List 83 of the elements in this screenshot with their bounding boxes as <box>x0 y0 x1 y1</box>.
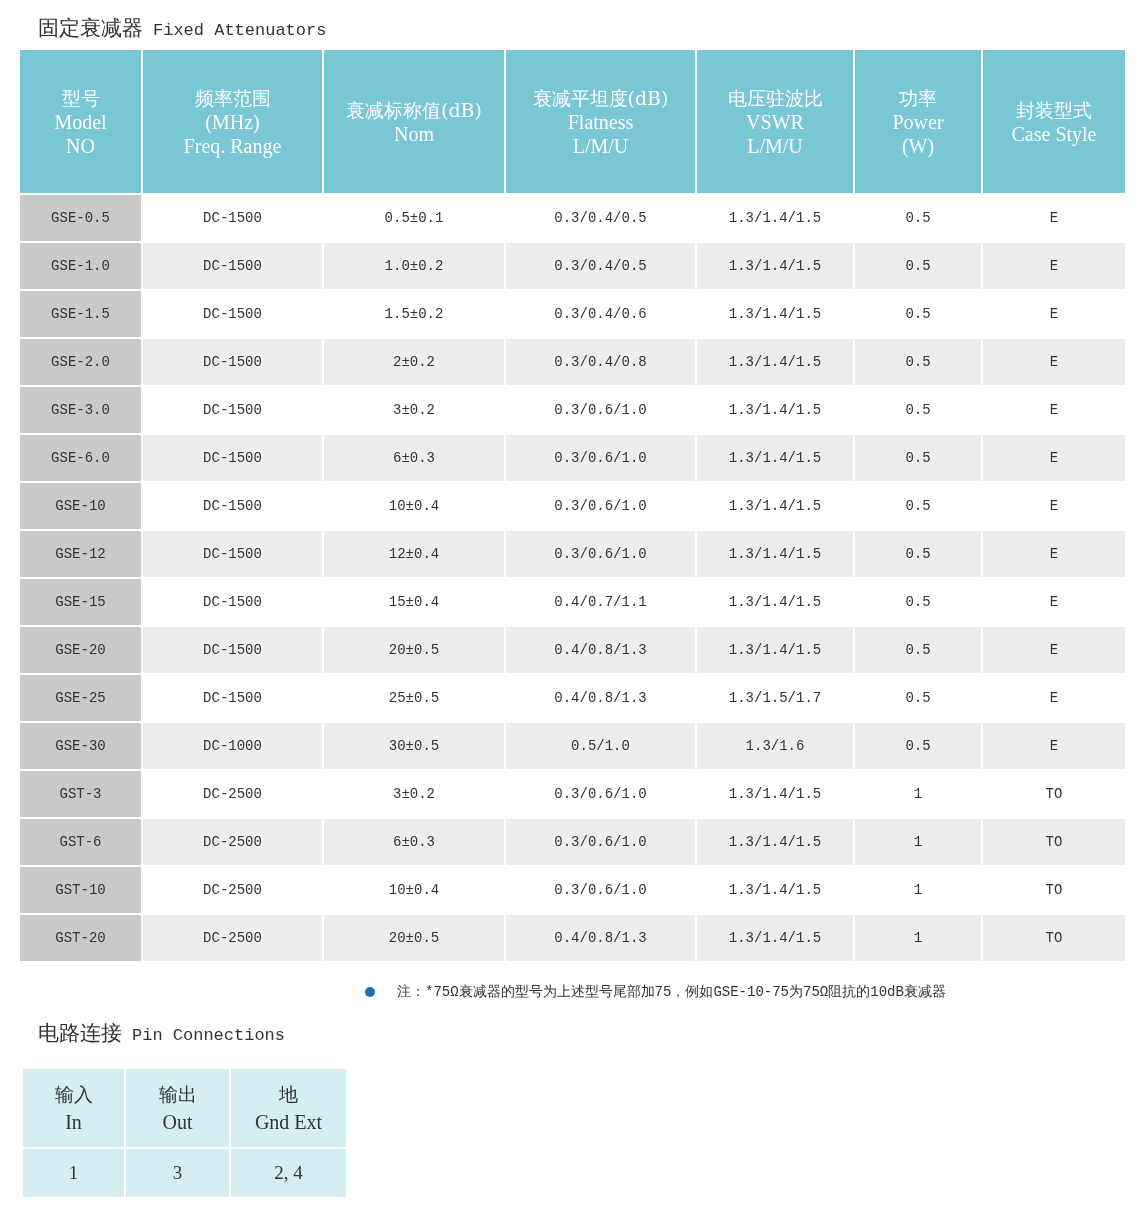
section-title: 电路连接 <box>38 1020 122 1047</box>
table-cell: GSE-1.5 <box>20 291 141 337</box>
bullet-icon <box>365 987 375 997</box>
table-cell: DC-1500 <box>143 435 322 481</box>
table-cell: DC-1500 <box>143 243 322 289</box>
table-cell: DC-1500 <box>143 627 322 673</box>
table-cell: 0.3/0.6/1.0 <box>506 819 695 865</box>
table-cell: TO <box>983 915 1125 961</box>
column-header: 地 Gnd Ext <box>231 1069 346 1147</box>
table-cell: 0.4/0.8/1.3 <box>506 627 695 673</box>
table-cell: GSE-3.0 <box>20 387 141 433</box>
table-cell: GST-3 <box>20 771 141 817</box>
table-cell: 0.3/0.6/1.0 <box>506 435 695 481</box>
table-cell: 0.5 <box>855 531 981 577</box>
table-cell: 0.3/0.4/0.8 <box>506 339 695 385</box>
table-cell: 0.5 <box>855 243 981 289</box>
column-header: 功率 Power (W) <box>855 50 981 193</box>
table-cell: GSE-12 <box>20 531 141 577</box>
table-cell: 0.5 <box>855 723 981 769</box>
table-cell: TO <box>983 819 1125 865</box>
table-cell: 20±0.5 <box>324 627 504 673</box>
table-cell: 1 <box>23 1149 124 1197</box>
table-cell: GSE-25 <box>20 675 141 721</box>
table-cell: 30±0.5 <box>324 723 504 769</box>
table-cell: 1.3/1.4/1.5 <box>697 819 853 865</box>
table-cell: E <box>983 435 1125 481</box>
table-cell: 1.3/1.4/1.5 <box>697 915 853 961</box>
table-cell: 20±0.5 <box>324 915 504 961</box>
section-title: 固定衰减器 <box>38 15 143 42</box>
table-cell: GSE-0.5 <box>20 195 141 241</box>
table-cell: 1.3/1.6 <box>697 723 853 769</box>
table-cell: GSE-2.0 <box>20 339 141 385</box>
table-cell: E <box>983 339 1125 385</box>
table-cell: GSE-6.0 <box>20 435 141 481</box>
table-cell: 1 <box>855 915 981 961</box>
column-header: 衰减平坦度(dB) Flatness L/M/U <box>506 50 695 193</box>
column-header: 衰减标称值(dB) Nom <box>324 50 504 193</box>
table-cell: 6±0.3 <box>324 819 504 865</box>
table-cell: DC-1000 <box>143 723 322 769</box>
table-cell: E <box>983 627 1125 673</box>
table-cell: DC-2500 <box>143 819 322 865</box>
table-cell: GST-6 <box>20 819 141 865</box>
table-cell: GSE-30 <box>20 723 141 769</box>
table-cell: 2, 4 <box>231 1149 346 1197</box>
table-cell: DC-2500 <box>143 915 322 961</box>
table-cell: GSE-20 <box>20 627 141 673</box>
footnote: 注：*75Ω衰减器的型号为上述型号尾部加75，例如GSE-10-75为75Ω阻抗的10dB衰减器 <box>397 983 946 1001</box>
table-cell: GST-20 <box>20 915 141 961</box>
table-cell: 1.3/1.4/1.5 <box>697 627 853 673</box>
table-cell: 0.5/1.0 <box>506 723 695 769</box>
table-cell: DC-1500 <box>143 531 322 577</box>
table-cell: GST-10 <box>20 867 141 913</box>
table-cell: GSE-15 <box>20 579 141 625</box>
table-cell: E <box>983 531 1125 577</box>
table-cell: GSE-1.0 <box>20 243 141 289</box>
table-cell: E <box>983 243 1125 289</box>
table-cell: 2±0.2 <box>324 339 504 385</box>
table-cell: 1.3/1.4/1.5 <box>697 531 853 577</box>
table-cell: DC-1500 <box>143 339 322 385</box>
table-cell: GSE-10 <box>20 483 141 529</box>
column-header: 封装型式 Case Style <box>983 50 1125 193</box>
table-cell: 12±0.4 <box>324 531 504 577</box>
table-cell: 0.3/0.4/0.5 <box>506 243 695 289</box>
table-cell: 6±0.3 <box>324 435 504 481</box>
column-header: 电压驻波比 VSWR L/M/U <box>697 50 853 193</box>
column-header: 频率范围 (MHz) Freq. Range <box>143 50 322 193</box>
section-subtitle: Fixed Attenuators <box>153 21 327 40</box>
table-cell: 1.3/1.4/1.5 <box>697 435 853 481</box>
table-cell: 0.3/0.6/1.0 <box>506 531 695 577</box>
column-header: 型号 Model NO <box>20 50 141 193</box>
section-subtitle: Pin Connections <box>132 1026 286 1045</box>
table-cell: 1 <box>855 819 981 865</box>
table-cell: 1.3/1.4/1.5 <box>697 339 853 385</box>
table-cell: 1.0±0.2 <box>324 243 504 289</box>
table-cell: 3 <box>126 1149 229 1197</box>
table-cell: 0.5 <box>855 435 981 481</box>
column-header: 输出 Out <box>126 1069 229 1147</box>
table-cell: 1.3/1.4/1.5 <box>697 243 853 289</box>
table-cell: 0.4/0.8/1.3 <box>506 915 695 961</box>
table-cell: 0.5 <box>855 339 981 385</box>
table-cell: E <box>983 723 1125 769</box>
column-header: 输入 In <box>23 1069 124 1147</box>
table-cell: 0.5 <box>855 627 981 673</box>
